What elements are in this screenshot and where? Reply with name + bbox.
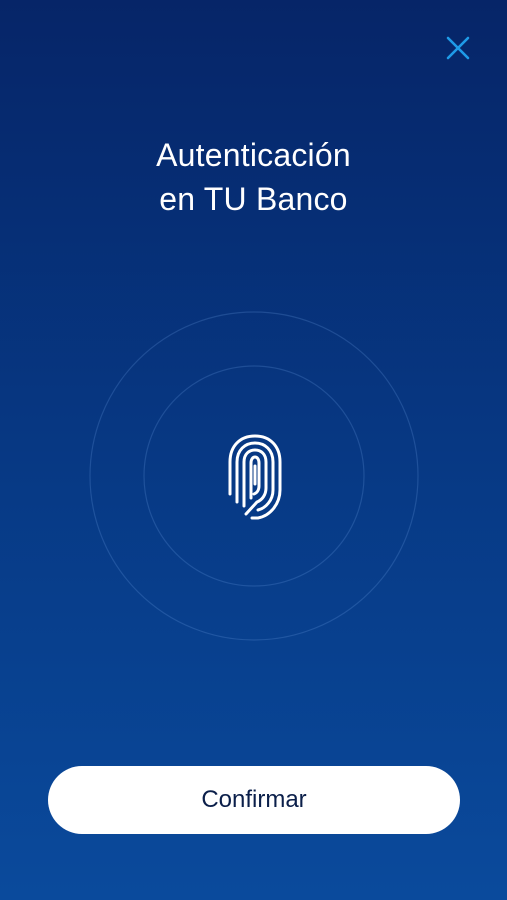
page-title: Autenticación en TU Banco: [0, 133, 507, 221]
fingerprint-icon: [228, 434, 282, 520]
fingerprint-button[interactable]: [222, 432, 288, 522]
title-line-2: en TU Banco: [159, 181, 348, 218]
title-line-1: Autenticación: [156, 137, 351, 174]
confirm-button[interactable]: Confirmar: [48, 766, 460, 834]
close-button[interactable]: [444, 34, 472, 62]
auth-screen: Autenticación en TU Banco Confirmar: [0, 0, 507, 900]
close-icon: [446, 36, 470, 60]
